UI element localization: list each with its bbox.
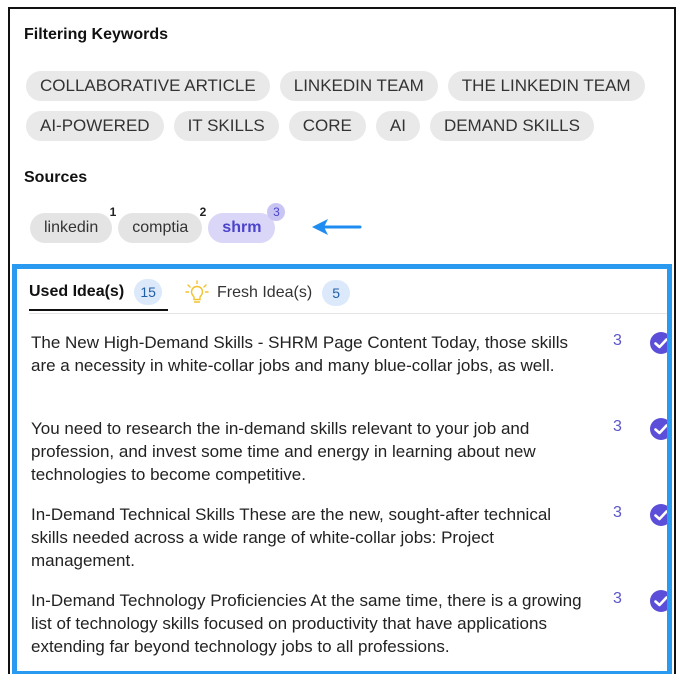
keyword-chip[interactable]: THE LINKEDIN TEAM [447, 71, 645, 101]
keyword-chip[interactable]: IT SKILLS [173, 111, 279, 141]
idea-tabs: Used Idea(s) 15 Fresh Idea(s) 5 [29, 275, 667, 314]
list-item[interactable]: In-Demand Technical Skills These are the… [31, 503, 672, 589]
idea-count: 3 [613, 418, 622, 435]
source-chip-shrm[interactable]: shrm 3 [208, 203, 286, 243]
source-chip-comptia[interactable]: comptia 2 [118, 205, 206, 243]
check-circle-icon[interactable] [649, 503, 672, 527]
ideas-panel: Used Idea(s) 15 Fresh Idea(s) 5 The New … [12, 264, 672, 674]
keyword-chip[interactable]: DEMAND SKILLS [429, 111, 594, 141]
source-count-badge: 3 [267, 203, 286, 221]
keyword-chip[interactable]: AI [375, 111, 420, 141]
source-count-badge: 2 [199, 205, 207, 219]
tab-fresh-ideas[interactable]: Fresh Idea(s) 5 [185, 275, 351, 311]
keyword-chip[interactable]: LINKEDIN TEAM [279, 71, 438, 101]
keyword-chip[interactable]: AI-POWERED [26, 111, 164, 141]
list-item[interactable]: The New High-Demand Skills - SHRM Page C… [31, 331, 672, 417]
keywords-title: Filtering Keywords [24, 26, 169, 43]
keyword-chip[interactable]: CORE [288, 111, 366, 141]
list-item[interactable]: You need to research the in-demand skill… [31, 417, 672, 503]
idea-count: 3 [613, 504, 622, 521]
fresh-ideas-count-badge: 5 [322, 280, 351, 306]
keyword-chip-list: COLLABORATIVE ARTICLE LINKEDIN TEAM THE … [26, 71, 666, 141]
check-circle-icon[interactable] [649, 589, 672, 613]
source-chip-linkedin[interactable]: linkedin 1 [30, 205, 116, 243]
idea-text: In-Demand Technology Proficiencies At th… [31, 591, 582, 656]
tab-label: Used Idea(s) [29, 283, 125, 300]
tab-used-ideas[interactable]: Used Idea(s) 15 [29, 275, 169, 311]
idea-text: The New High-Demand Skills - SHRM Page C… [31, 333, 568, 375]
source-count-badge: 1 [109, 205, 117, 219]
idea-count: 3 [613, 332, 622, 349]
sources-title: Sources [24, 169, 88, 186]
list-item[interactable]: In-Demand Technology Proficiencies At th… [31, 589, 672, 671]
check-circle-icon[interactable] [649, 331, 672, 355]
idea-text: You need to research the in-demand skill… [31, 419, 536, 484]
lightbulb-icon [185, 280, 209, 303]
idea-text: In-Demand Technical Skills These are the… [31, 505, 552, 570]
filter-panel: Filtering Keywords COLLABORATIVE ARTICLE… [8, 7, 676, 674]
used-ideas-count-badge: 15 [134, 279, 163, 305]
source-chip-label: shrm [222, 219, 262, 236]
idea-count: 3 [613, 590, 622, 607]
tab-label: Fresh Idea(s) [217, 284, 313, 301]
source-chip-list: linkedin 1 comptia 2 shrm 3 [30, 203, 286, 243]
idea-list: The New High-Demand Skills - SHRM Page C… [31, 331, 672, 671]
source-chip-label: comptia [132, 219, 189, 236]
source-chip-label: linkedin [44, 219, 99, 236]
check-circle-icon[interactable] [649, 417, 672, 441]
arrow-left-icon [312, 219, 362, 235]
keyword-chip[interactable]: COLLABORATIVE ARTICLE [26, 71, 270, 101]
